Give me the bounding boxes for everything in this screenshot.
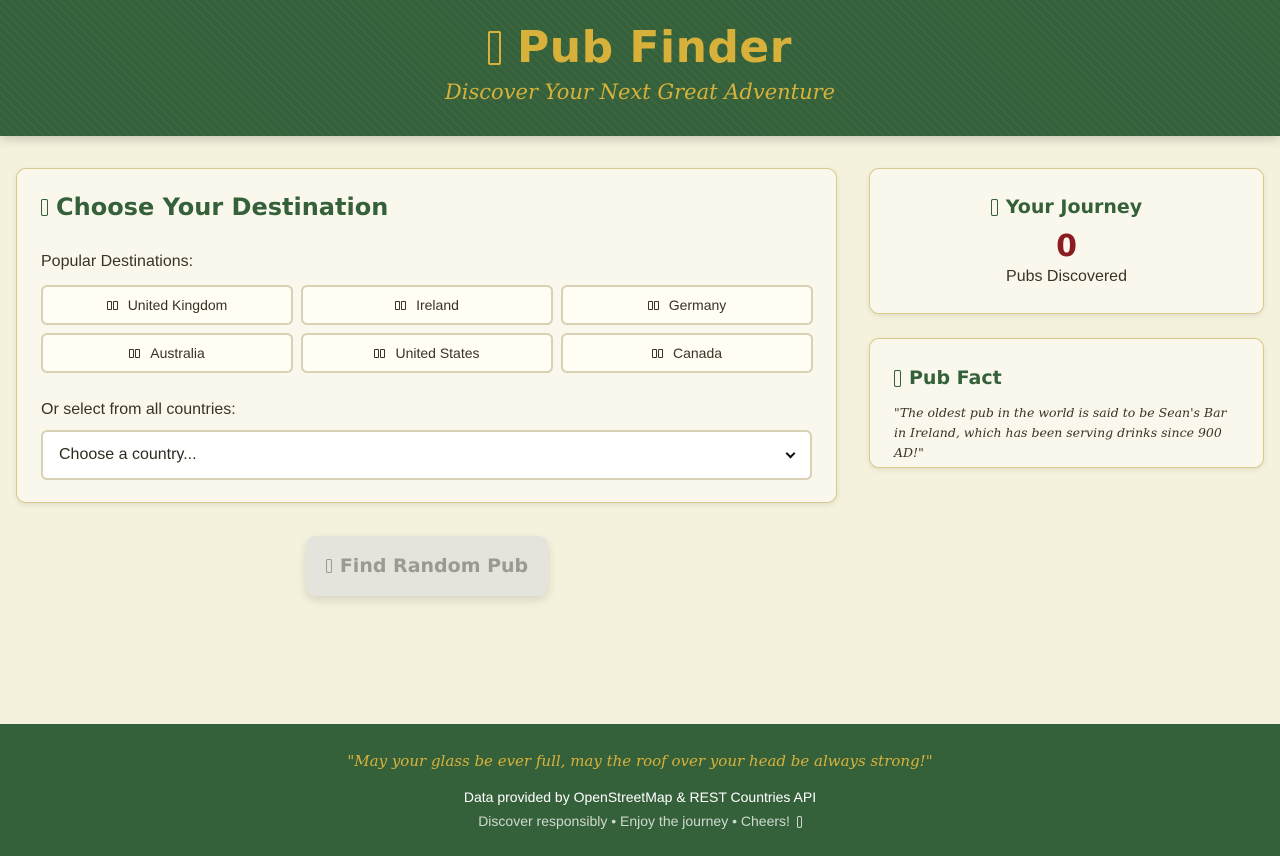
flag-ca-icon (651, 348, 663, 358)
country-button-label: Australia (150, 345, 205, 361)
site-title: Pub Finder (0, 22, 1280, 73)
dice-icon (325, 559, 332, 573)
journey-card: Your Journey 0 Pubs Discovered (869, 168, 1264, 314)
country-button-label: United Kingdom (127, 297, 228, 313)
popular-destinations-label: Popular Destinations: (41, 253, 194, 270)
destination-title: Choose Your Destination (41, 193, 388, 221)
country-select[interactable]: Choose a country... (41, 430, 812, 480)
flag-au-icon (129, 348, 141, 358)
all-countries-label: Or select from all countries: (41, 401, 236, 418)
destination-card: Choose Your Destination Popular Destinat… (16, 168, 837, 503)
site-title-text: Pub Finder (517, 22, 792, 73)
site-subtitle: Discover Your Next Great Adventure (444, 80, 836, 104)
journey-title: Your Journey (870, 196, 1263, 218)
country-button-label: Ireland (416, 297, 459, 313)
footer-tagline: Discover responsibly • Enjoy the journey… (0, 813, 1280, 829)
chevron-down-icon (785, 448, 796, 458)
globe-icon (41, 198, 48, 216)
country-button-canada[interactable]: Canada (561, 333, 813, 373)
country-select-value: Choose a country... (59, 446, 197, 463)
country-button-label: Canada (672, 345, 723, 361)
flag-gb-icon (106, 300, 118, 310)
pub-fact-title-text: Pub Fact (909, 367, 1002, 389)
footer-quote: "May your glass be ever full, may the ro… (347, 752, 933, 770)
country-button-label: United States (395, 345, 480, 361)
flag-ie-icon (395, 300, 407, 310)
find-random-pub-button[interactable]: Find Random Pub (306, 536, 548, 596)
lightbulb-icon (894, 369, 901, 387)
pubs-discovered-count: 0 (1056, 229, 1077, 264)
pub-fact-card: Pub Fact "The oldest pub in the world is… (869, 338, 1264, 468)
country-button-germany[interactable]: Germany (561, 285, 813, 325)
beer-glass-icon (796, 816, 802, 828)
country-button-united-states[interactable]: United States (301, 333, 553, 373)
pub-fact-title: Pub Fact (894, 367, 1002, 389)
country-button-united-kingdom[interactable]: United Kingdom (41, 285, 293, 325)
site-footer: "May your glass be ever full, may the ro… (0, 724, 1280, 856)
site-header: Pub Finder Discover Your Next Great Adve… (0, 0, 1280, 136)
pub-fact-text: "The oldest pub in the world is said to … (894, 405, 1227, 460)
journey-title-text: Your Journey (1005, 196, 1143, 218)
country-button-ireland[interactable]: Ireland (301, 285, 553, 325)
country-button-label: Germany (668, 297, 727, 313)
find-random-pub-label: Find Random Pub (339, 555, 529, 577)
destination-title-text: Choose Your Destination (56, 193, 389, 221)
flag-de-icon (647, 300, 659, 310)
pubs-discovered-caption: Pubs Discovered (1006, 268, 1127, 285)
beer-mug-icon (488, 30, 502, 65)
footer-tagline-text: Discover responsibly • Enjoy the journey… (478, 813, 790, 829)
footer-credit: Data provided by OpenStreetMap & REST Co… (463, 789, 817, 805)
flag-us-icon (374, 348, 386, 358)
country-button-australia[interactable]: Australia (41, 333, 293, 373)
map-icon (990, 198, 998, 216)
